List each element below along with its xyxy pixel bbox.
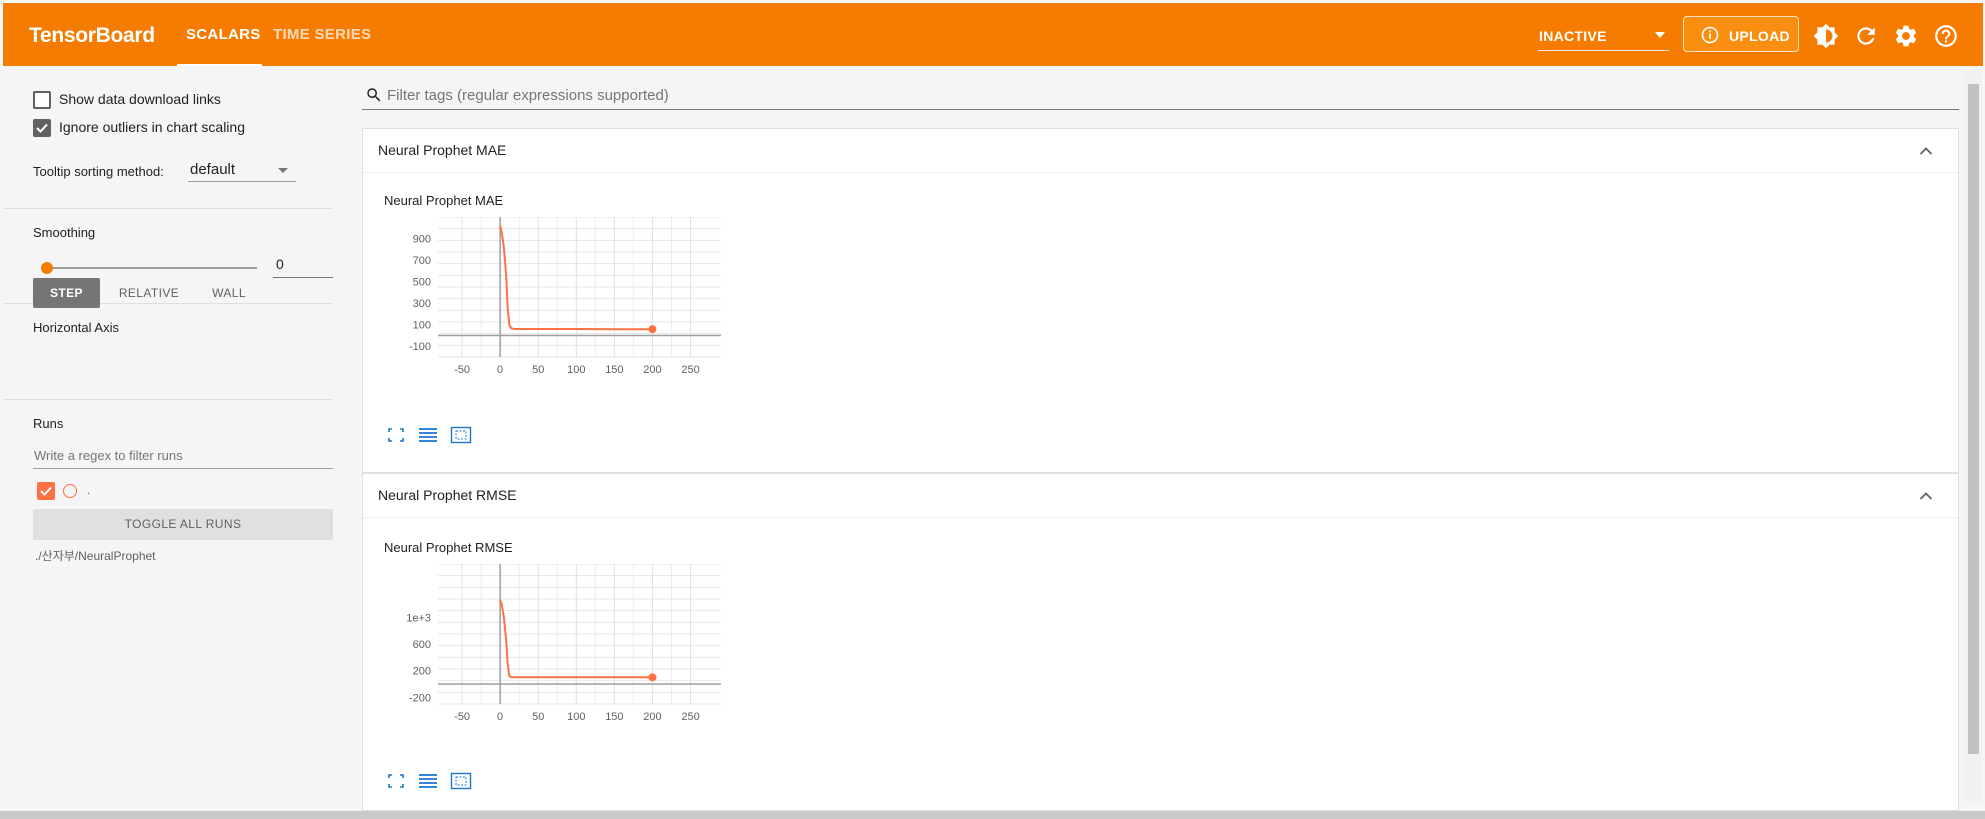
tab-time-series[interactable]: TIME SERIES xyxy=(273,26,371,43)
chart-toolbar xyxy=(385,772,478,790)
tooltip-sorting-select[interactable]: default xyxy=(188,160,296,182)
divider xyxy=(3,208,333,209)
search-icon xyxy=(367,88,381,102)
data-table-icon[interactable] xyxy=(417,426,439,444)
chart-plot[interactable]: -50 0 50 100 150 200 250 1e+3 600 200 -200 xyxy=(373,564,723,724)
ignore-outliers-label: Ignore outliers in chart scaling xyxy=(59,119,245,135)
card-header[interactable]: Neural Prophet RMSE xyxy=(363,474,1958,518)
runs-filter-input[interactable]: Write a regex to filter runs xyxy=(33,446,333,469)
y-tick-label: 600 xyxy=(413,639,431,651)
tooltip-sorting-label: Tooltip sorting method: xyxy=(33,164,164,179)
chart-toolbar xyxy=(385,426,478,444)
data-table-icon[interactable] xyxy=(417,772,439,790)
y-tick-label: 300 xyxy=(413,298,431,310)
info-icon xyxy=(1701,26,1719,44)
chart-title: Neural Prophet RMSE xyxy=(384,540,513,555)
x-tick-label: 200 xyxy=(643,711,661,723)
axis-relative-button[interactable]: RELATIVE xyxy=(109,278,189,308)
x-tick-label: 0 xyxy=(497,364,503,376)
checkmark-icon xyxy=(36,123,48,133)
y-tick-label: 100 xyxy=(413,320,431,332)
y-tick-label: 700 xyxy=(413,255,431,267)
tag-filter-placeholder: Filter tags (regular expressions support… xyxy=(387,87,669,104)
x-tick-label: 150 xyxy=(605,364,623,376)
refresh-icon[interactable] xyxy=(1853,23,1879,49)
x-tick-label: 200 xyxy=(643,364,661,376)
card-title: Neural Prophet RMSE xyxy=(378,487,517,503)
runs-label: Runs xyxy=(33,416,64,431)
x-tick-label: -50 xyxy=(454,711,470,723)
smoothing-value: 0 xyxy=(276,256,284,272)
y-tick-label: 500 xyxy=(413,277,431,289)
tooltip-sorting-value: default xyxy=(190,161,236,178)
smoothing-slider-thumb[interactable] xyxy=(41,262,53,274)
plugin-select[interactable]: INACTIVE xyxy=(1538,18,1669,51)
sidebar: Show data download links Ignore outliers… xyxy=(3,66,333,811)
runs-filter-placeholder: Write a regex to filter runs xyxy=(34,448,183,463)
checkmark-icon xyxy=(40,486,52,496)
caret-down-icon xyxy=(1655,32,1665,38)
y-tick-label: 200 xyxy=(413,666,431,678)
divider xyxy=(3,399,333,400)
chevron-up-icon[interactable] xyxy=(1919,146,1933,156)
chart-title: Neural Prophet MAE xyxy=(384,193,504,208)
fit-domain-icon[interactable] xyxy=(450,426,472,444)
series-last-point xyxy=(648,673,657,682)
smoothing-input[interactable]: 0 xyxy=(273,254,333,278)
fullscreen-icon[interactable] xyxy=(385,426,407,444)
smoothing-label: Smoothing xyxy=(33,225,96,240)
x-tick-label: -50 xyxy=(454,364,470,376)
y-tick-label: 900 xyxy=(413,234,431,246)
tag-card-rmse: Neural Prophet RMSE Neural Prophet RMSE … xyxy=(362,473,1959,811)
caret-down-icon xyxy=(278,168,288,173)
tag-card-mae: Neural Prophet MAE Neural Prophet MAE -5… xyxy=(362,128,1959,473)
chart-plot[interactable]: -50 0 50 100 150 200 250 900 700 500 300 100 -100 xyxy=(373,217,723,377)
run-path: ./산자부/NeuralProphet xyxy=(35,549,156,563)
show-download-links-label: Show data download links xyxy=(59,91,221,107)
x-tick-label: 100 xyxy=(567,364,585,376)
toggle-all-runs-button[interactable]: TOGGLE ALL RUNS xyxy=(33,509,333,540)
run-color-swatch[interactable] xyxy=(63,484,77,498)
horizontal-axis-label: Horizontal Axis xyxy=(33,320,119,335)
y-tick-label: -100 xyxy=(409,341,431,353)
run-checkbox[interactable] xyxy=(37,482,55,500)
y-tick-label: 1e+3 xyxy=(406,612,431,624)
show-download-links-checkbox[interactable] xyxy=(33,91,51,109)
x-tick-label: 50 xyxy=(532,711,544,723)
upload-button[interactable]: UPLOAD xyxy=(1683,16,1799,52)
tab-scalars[interactable]: SCALARS xyxy=(186,26,261,43)
run-name: . xyxy=(87,483,91,497)
smoothing-slider-track[interactable] xyxy=(47,267,257,269)
app-brand: TensorBoard xyxy=(29,24,155,47)
x-tick-label: 0 xyxy=(497,711,503,723)
plugin-select-value: INACTIVE xyxy=(1539,28,1607,44)
help-icon[interactable] xyxy=(1933,23,1959,49)
chevron-up-icon[interactable] xyxy=(1919,491,1933,501)
top-toolbar: TensorBoard SCALARS TIME SERIES INACTIVE… xyxy=(3,3,1983,66)
axis-step-button[interactable]: STEP xyxy=(33,278,100,308)
horizontal-scrollbar[interactable] xyxy=(0,811,1985,819)
scrollbar-thumb[interactable] xyxy=(1968,84,1979,754)
y-tick-label: -200 xyxy=(409,692,431,704)
upload-label: UPLOAD xyxy=(1729,28,1790,44)
series-last-point xyxy=(648,325,657,334)
card-header[interactable]: Neural Prophet MAE xyxy=(363,129,1958,173)
x-tick-label: 250 xyxy=(681,711,699,723)
fullscreen-icon[interactable] xyxy=(385,772,407,790)
x-tick-label: 150 xyxy=(605,711,623,723)
fit-domain-icon[interactable] xyxy=(450,772,472,790)
card-title: Neural Prophet MAE xyxy=(378,142,507,158)
x-tick-label: 250 xyxy=(681,364,699,376)
axis-wall-button[interactable]: WALL xyxy=(199,278,259,308)
ignore-outliers-checkbox[interactable] xyxy=(33,119,51,137)
tag-filter-input[interactable]: Filter tags (regular expressions support… xyxy=(362,82,1959,110)
vertical-scrollbar[interactable] xyxy=(1965,70,1982,802)
x-tick-label: 50 xyxy=(532,364,544,376)
x-tick-label: 100 xyxy=(567,711,585,723)
settings-icon[interactable] xyxy=(1893,23,1919,49)
brightness-icon[interactable] xyxy=(1813,23,1839,49)
